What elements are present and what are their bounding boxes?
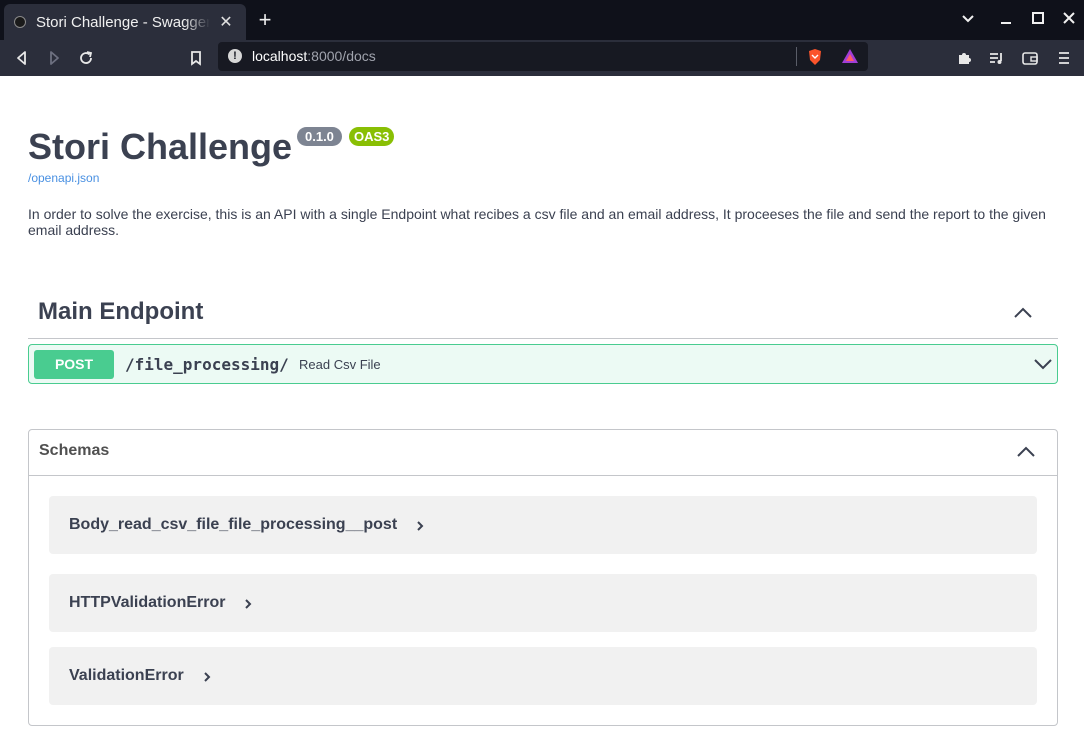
chevron-right-icon[interactable]	[243, 597, 253, 609]
tag-title: Main Endpoint	[38, 298, 204, 325]
operation-summary: Read Csv File	[299, 357, 381, 372]
swagger-page: Stori Challenge 0.1.0 OAS3 /openapi.json…	[0, 76, 1084, 736]
site-info-icon[interactable]: !	[228, 49, 242, 63]
reload-icon[interactable]	[75, 47, 97, 69]
wallet-icon[interactable]	[1019, 47, 1041, 69]
page-title: Stori Challenge	[28, 126, 293, 167]
url-path: :8000/docs	[307, 48, 376, 64]
brave-rewards-icon[interactable]	[841, 48, 859, 69]
schema-item[interactable]: HTTPValidationError	[49, 574, 1037, 632]
brave-shields-icon[interactable]	[807, 48, 823, 71]
browser-tab[interactable]: Stori Challenge - Swagger UI ✕	[4, 4, 246, 40]
browser-tab-bar: Stori Challenge - Swagger UI ✕ +	[0, 0, 1084, 40]
operation-path: /file_processing/	[125, 355, 289, 374]
back-icon[interactable]	[11, 47, 33, 69]
playlist-icon[interactable]	[985, 47, 1007, 69]
operation-post-file-processing[interactable]: POST /file_processing/ Read Csv File	[28, 344, 1058, 384]
schema-name: ValidationError	[69, 667, 184, 684]
schema-name: Body_read_csv_file_file_processing__post	[69, 516, 398, 533]
minimize-icon[interactable]	[995, 10, 1017, 30]
openapi-spec-link[interactable]: /openapi.json	[28, 171, 99, 185]
schemas-header[interactable]: Schemas	[29, 430, 1057, 476]
version-badge: 0.1.0	[297, 127, 342, 146]
schema-item[interactable]: ValidationError	[49, 647, 1037, 705]
extensions-icon[interactable]	[953, 47, 975, 69]
chevron-up-icon[interactable]	[1012, 303, 1034, 323]
chevron-right-icon[interactable]	[202, 670, 212, 682]
address-bar[interactable]: ! localhost:8000/docs	[218, 42, 868, 71]
schemas-section: Schemas Body_read_csv_file_file_processi…	[28, 429, 1058, 726]
schema-name: HTTPValidationError	[69, 594, 226, 611]
schemas-title: Schemas	[39, 442, 110, 459]
url-divider	[796, 47, 797, 66]
url-text[interactable]: localhost:8000/docs	[252, 48, 376, 64]
tag-section-header[interactable]: Main Endpoint	[28, 291, 1058, 339]
url-host: localhost	[252, 48, 308, 64]
window-close-icon[interactable]	[1058, 10, 1080, 30]
oas-badge: OAS3	[349, 127, 395, 146]
chevron-up-icon[interactable]	[1015, 442, 1037, 462]
tab-title: Stori Challenge - Swagger UI	[36, 13, 210, 31]
tab-list-chevron-icon[interactable]	[957, 10, 979, 30]
bookmark-icon[interactable]	[185, 47, 207, 69]
chevron-down-icon[interactable]	[1033, 355, 1053, 373]
method-badge: POST	[34, 350, 114, 379]
favicon-icon	[14, 16, 26, 28]
tab-close-icon[interactable]: ✕	[216, 12, 236, 32]
forward-icon[interactable]	[43, 47, 65, 69]
maximize-icon[interactable]	[1027, 10, 1049, 30]
api-description: In order to solve the exercise, this is …	[28, 206, 1046, 238]
chevron-right-icon[interactable]	[415, 519, 425, 531]
menu-icon[interactable]	[1053, 47, 1075, 69]
new-tab-button[interactable]: +	[254, 9, 276, 31]
schema-item[interactable]: Body_read_csv_file_file_processing__post	[49, 496, 1037, 554]
